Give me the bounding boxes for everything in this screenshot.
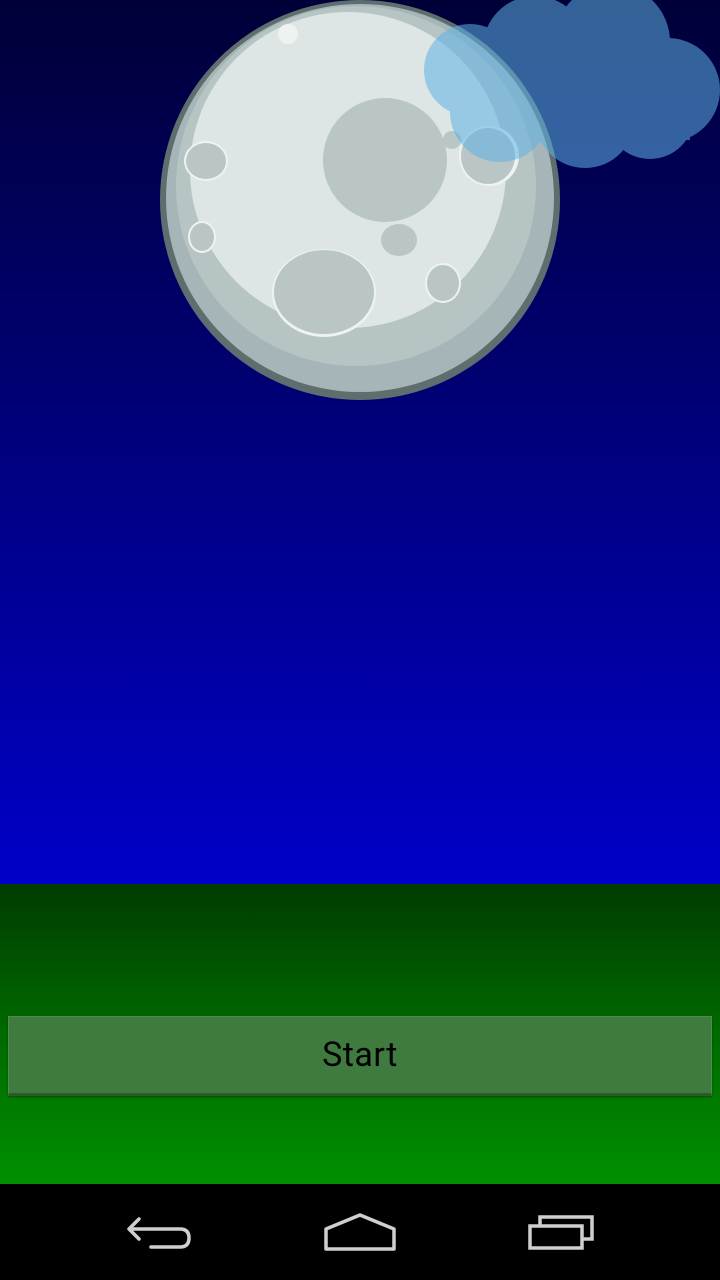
crater xyxy=(381,224,417,256)
crater xyxy=(323,98,447,222)
crater xyxy=(272,249,376,337)
crater xyxy=(278,24,298,44)
back-icon xyxy=(127,1217,191,1249)
cloud-icon xyxy=(424,0,720,168)
home-icon xyxy=(324,1213,396,1251)
navigation-bar xyxy=(0,1184,720,1280)
start-button[interactable]: Start xyxy=(8,1016,712,1096)
back-button[interactable] xyxy=(100,1184,220,1280)
moon-scene xyxy=(160,0,720,400)
recents-icon xyxy=(528,1215,594,1250)
crater xyxy=(184,141,228,181)
app-screen: Start xyxy=(0,0,720,1280)
crater xyxy=(188,221,216,253)
crater xyxy=(425,263,461,303)
recents-button[interactable] xyxy=(502,1184,622,1280)
home-button[interactable] xyxy=(300,1184,420,1280)
start-button-label: Start xyxy=(322,1035,398,1075)
